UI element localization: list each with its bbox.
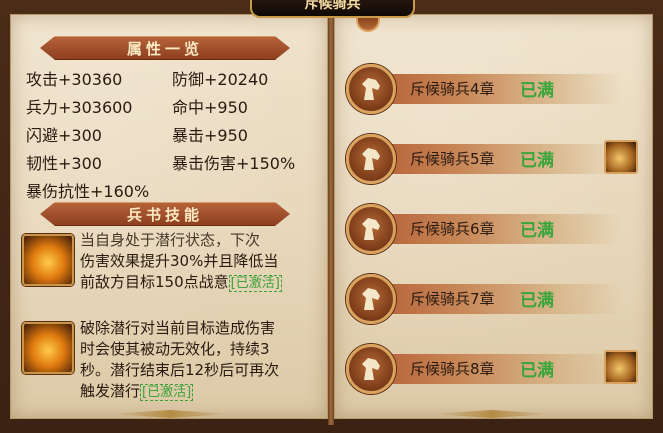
attr-crit-resist: 暴伤抗性+160% xyxy=(26,182,150,201)
chapter-name: 斥候骑兵8章 xyxy=(410,360,495,378)
stealth-break-skill-icon[interactable] xyxy=(22,322,74,374)
page-title-banner: 斥候骑兵 xyxy=(250,0,415,18)
horse-icon xyxy=(346,134,396,184)
chapter-row[interactable]: 斥候骑兵6章 已满 xyxy=(346,204,646,254)
attr-hit: 命中+950 xyxy=(172,98,248,117)
chapter-row[interactable]: 斥候骑兵5章 已满 xyxy=(346,134,646,184)
chapter-status: 已满 xyxy=(520,221,554,241)
skill-line: 秒。潜行结束后12秒后可再次 xyxy=(80,361,280,379)
chapter-row[interactable]: 斥候骑兵7章 已满 xyxy=(346,274,646,324)
skill-line: 时会使其被动无效化，持续3 xyxy=(80,340,270,358)
attr-crit-damage: 暴击伤害+150% xyxy=(172,154,296,173)
chapter-name: 斥候骑兵5章 xyxy=(410,150,495,168)
horse-icon xyxy=(346,64,396,114)
attr-troops: 兵力+303600 xyxy=(26,98,133,117)
horse-icon xyxy=(346,274,396,324)
attr-toughness: 韧性+300 xyxy=(26,154,102,173)
chapter-row[interactable]: 斥候骑兵4章 已满 xyxy=(346,64,646,114)
attributes-header: 属性一览 xyxy=(40,36,290,60)
reward-skill-icon[interactable] xyxy=(604,140,638,174)
slash-skill-icon[interactable] xyxy=(22,234,74,286)
attr-defense: 防御+20240 xyxy=(172,70,269,89)
skill-description: 破除潜行对当前目标造成伤害 时会使其被动无效化，持续3 秒。潜行结束后12秒后可… xyxy=(80,318,312,403)
attr-dodge: 闪避+300 xyxy=(26,126,102,145)
skill-line: 前敌方目标150点战意 xyxy=(80,273,229,291)
chapter-status: 已满 xyxy=(520,81,554,101)
reward-skill-icon[interactable] xyxy=(604,350,638,384)
horse-icon xyxy=(346,204,396,254)
skill-status-badge: [已激活] xyxy=(140,384,194,401)
chapter-name: 斥候骑兵7章 xyxy=(410,290,495,308)
attr-crit: 暴击+950 xyxy=(172,126,248,145)
skill-line: 破除潜行对当前目标造成伤害 xyxy=(80,319,276,337)
skills-header: 兵书技能 xyxy=(40,202,290,226)
skill-description: 当自身处于潜行状态，下次 伤害效果提升30%并且降低当 前敌方目标150点战意[… xyxy=(80,230,312,294)
attr-attack: 攻击+30360 xyxy=(26,70,123,89)
horse-icon xyxy=(346,344,396,394)
page-title: 斥候骑兵 xyxy=(304,0,361,12)
chapter-row[interactable]: 斥候骑兵8章 已满 xyxy=(346,344,646,394)
chapter-status: 已满 xyxy=(520,291,554,311)
chapter-name: 斥候骑兵4章 xyxy=(410,80,495,98)
chapter-status: 已满 xyxy=(520,151,554,171)
chapter-status: 已满 xyxy=(520,361,554,381)
skill-line: 触发潜行 xyxy=(80,382,141,400)
skill-line: 当自身处于潜行状态，下次 xyxy=(80,231,261,249)
skill-line: 伤害效果提升30%并且降低当 xyxy=(80,252,279,270)
book-spine xyxy=(328,8,334,425)
chapter-name: 斥候骑兵6章 xyxy=(410,220,495,238)
skill-status-badge: [已激活] xyxy=(228,275,282,292)
